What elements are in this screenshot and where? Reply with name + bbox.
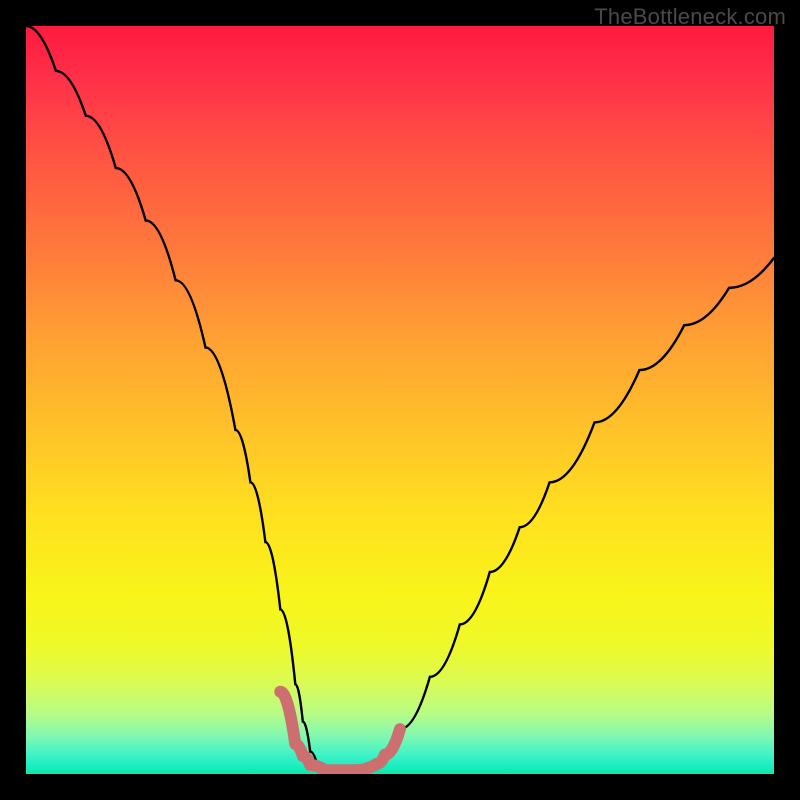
watermark-text: TheBottleneck.com bbox=[594, 4, 786, 30]
bottom-highlight bbox=[280, 692, 400, 771]
curve-layer bbox=[26, 26, 774, 774]
bottleneck-curve bbox=[26, 26, 774, 774]
plot-area bbox=[26, 26, 774, 774]
chart-frame: TheBottleneck.com bbox=[0, 0, 800, 800]
